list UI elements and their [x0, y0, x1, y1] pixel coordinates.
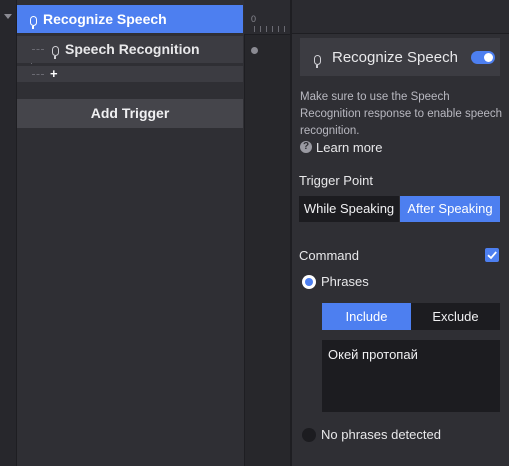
- trigger-description: Make sure to use the Speech Recognition …: [300, 91, 503, 137]
- timeline-start-label: 0: [251, 14, 257, 24]
- checkmark-icon: [487, 251, 497, 260]
- trigger-title: Recognize Speech: [332, 49, 458, 66]
- phrases-radio-label: Phrases: [321, 274, 369, 289]
- phrases-textarea[interactable]: Окей протопай: [322, 340, 500, 412]
- phrases-radio[interactable]: [302, 275, 316, 289]
- while-speaking-option[interactable]: While Speaking: [299, 196, 399, 222]
- timeline-keyframe-dot[interactable]: [251, 47, 258, 54]
- microphone-icon: [30, 16, 37, 29]
- collapse-triangle-icon[interactable]: [4, 14, 12, 19]
- timeline-ticks: [254, 26, 290, 32]
- learn-more-link[interactable]: Learn more: [316, 140, 382, 155]
- tree-item-label: Speech Recognition: [65, 41, 200, 57]
- tree-connector-branch: [32, 74, 44, 75]
- add-child-row[interactable]: +: [17, 66, 243, 82]
- help-question-icon: ?: [300, 141, 312, 153]
- microphone-icon: [314, 55, 321, 68]
- trigger-enabled-toggle[interactable]: [471, 51, 495, 64]
- exclude-option[interactable]: Exclude: [411, 303, 500, 330]
- tree-item-label: Recognize Speech: [43, 11, 167, 27]
- trigger-point-label: Trigger Point: [299, 173, 373, 188]
- no-phrases-radio-label: No phrases detected: [321, 427, 441, 442]
- timeline-strip: [244, 0, 291, 466]
- microphone-icon: [52, 46, 59, 59]
- tree-item-recognize-speech[interactable]: Recognize Speech: [17, 5, 243, 33]
- trigger-point-segmented-control: While Speaking After Speaking: [299, 196, 500, 222]
- command-label: Command: [299, 248, 359, 263]
- phrase-filter-segmented-control: Include Exclude: [322, 303, 500, 330]
- properties-panel-header: [292, 0, 509, 34]
- tree-connector-branch: [32, 49, 44, 50]
- tree-item-speech-recognition[interactable]: Speech Recognition: [17, 36, 243, 63]
- no-phrases-radio[interactable]: [302, 428, 316, 442]
- add-child-icon: +: [50, 66, 58, 81]
- add-trigger-button[interactable]: Add Trigger: [17, 99, 243, 128]
- command-checkbox[interactable]: [485, 248, 499, 262]
- after-speaking-option[interactable]: After Speaking: [400, 196, 500, 222]
- left-gutter: [0, 0, 16, 466]
- include-option[interactable]: Include: [322, 303, 411, 330]
